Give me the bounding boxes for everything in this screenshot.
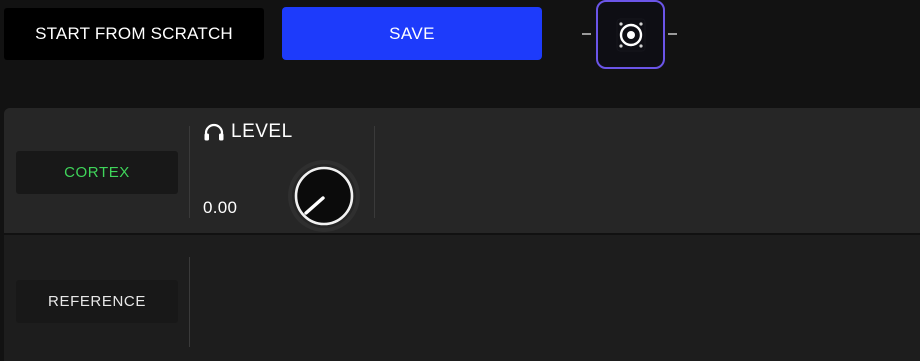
channel-button-reference[interactable]: REFERENCE xyxy=(16,280,178,323)
channel-button-cortex[interactable]: CORTEX xyxy=(16,151,178,194)
level-knob[interactable] xyxy=(286,158,362,234)
channel-row-reference: REFERENCE xyxy=(4,237,920,361)
channel-divider xyxy=(189,257,190,347)
level-divider xyxy=(374,126,375,218)
speaker-left-dash xyxy=(582,33,591,35)
speaker-icon xyxy=(616,18,645,51)
level-value: 0.00 xyxy=(203,198,238,217)
channel-panel: CORTEX LEVEL 0.00 REFERENCE xyxy=(4,108,920,361)
level-header: LEVEL xyxy=(203,120,293,144)
speaker-button[interactable] xyxy=(596,0,665,69)
level-title: LEVEL xyxy=(231,121,293,142)
channel-row-cortex: CORTEX LEVEL 0.00 xyxy=(4,108,920,235)
channel-divider xyxy=(189,126,190,218)
headphones-icon xyxy=(204,123,224,141)
speaker-right-dash xyxy=(668,33,677,35)
start-from-scratch-button[interactable]: START FROM SCRATCH xyxy=(4,8,264,60)
save-button[interactable]: SAVE xyxy=(282,7,542,60)
